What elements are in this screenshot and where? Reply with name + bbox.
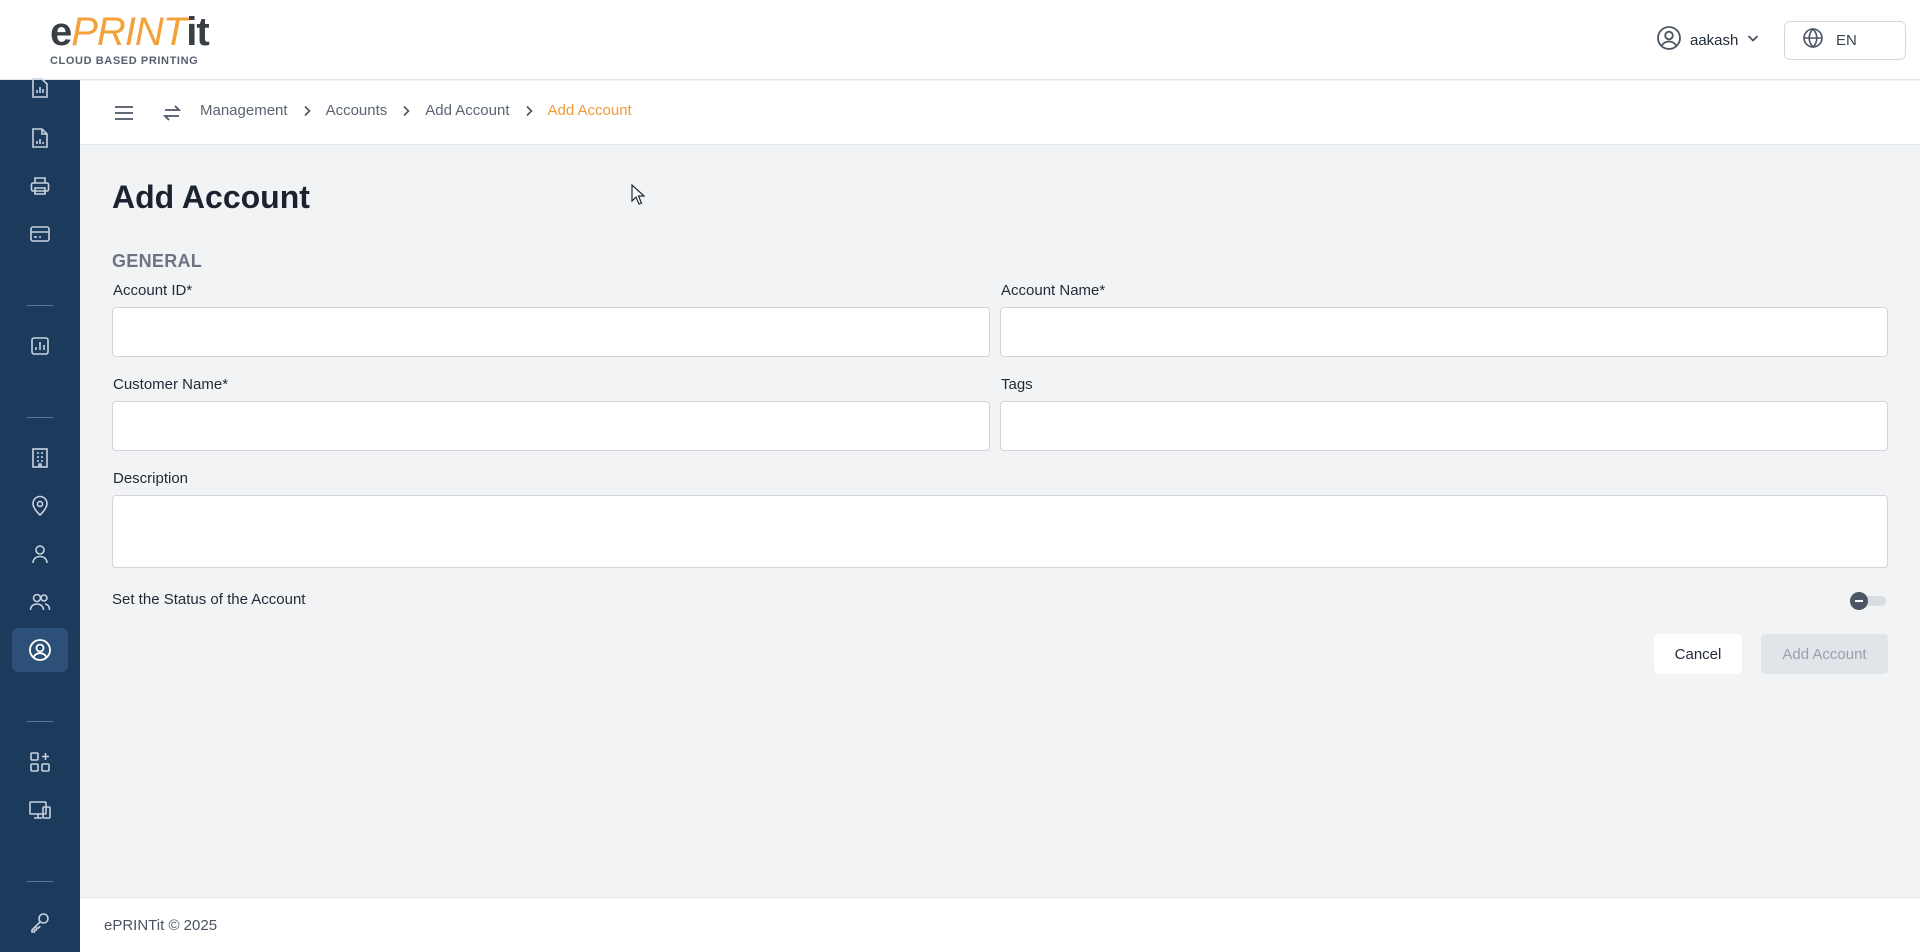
account-icon[interactable] [26, 636, 54, 664]
logo-tagline: CLOUD BASED PRINTING [50, 55, 199, 67]
user-icon[interactable] [26, 540, 54, 568]
user-menu[interactable]: aakash [1656, 25, 1760, 56]
sidebar-divider [27, 305, 53, 306]
chevron-right-icon [524, 105, 534, 117]
report-icon[interactable] [26, 74, 54, 102]
menu-toggle-icon[interactable] [112, 101, 136, 125]
sidebar-divider [27, 881, 53, 882]
chevron-right-icon [302, 105, 312, 117]
card-icon[interactable] [26, 220, 54, 248]
copyright-text: ePRINTit © 2025 [104, 917, 218, 934]
language-code: EN [1836, 32, 1857, 49]
customer-name-field[interactable] [112, 401, 990, 451]
logo-wordmark: ePRINTit [50, 10, 210, 54]
toggle-knob [1850, 592, 1868, 610]
breadcrumb-current: Add Account [547, 102, 632, 119]
globe-icon [1802, 27, 1824, 54]
account-id-field[interactable] [112, 307, 990, 357]
customer-name-label: Customer Name* [113, 376, 229, 393]
user-name: aakash [1690, 31, 1739, 49]
page-title: Add Account [112, 179, 310, 215]
breadcrumb: Management Accounts Add Account Add Acco… [200, 102, 632, 119]
document-chart-icon[interactable] [26, 124, 54, 152]
devices-icon[interactable] [26, 796, 54, 824]
eprintit-logo[interactable]: ePRINTit CLOUD BASED PRINTING [50, 12, 210, 68]
sidebar [0, 78, 80, 952]
tags-field[interactable] [1000, 401, 1888, 451]
cancel-button[interactable]: Cancel [1654, 634, 1742, 674]
status-label: Set the Status of the Account [112, 591, 306, 608]
breadcrumb-add-account[interactable]: Add Account [425, 102, 509, 119]
description-label: Description [113, 470, 189, 487]
user-circle-icon [1656, 25, 1682, 56]
description-field[interactable] [112, 495, 1888, 568]
chevron-down-icon [1746, 31, 1760, 50]
printer-icon[interactable] [26, 172, 54, 200]
apps-icon[interactable] [26, 748, 54, 776]
language-selector[interactable]: EN [1784, 21, 1906, 60]
sidebar-divider [27, 417, 53, 418]
breadcrumb-bar: Management Accounts Add Account Add Acco… [80, 81, 1920, 145]
analytics-icon[interactable] [26, 332, 54, 360]
sidebar-divider [27, 721, 53, 722]
footer: ePRINTit © 2025 [80, 897, 1920, 952]
users-icon[interactable] [26, 588, 54, 616]
breadcrumb-management[interactable]: Management [200, 102, 288, 119]
building-icon[interactable] [26, 444, 54, 472]
mouse-cursor-icon [631, 183, 646, 211]
account-name-field[interactable] [1000, 307, 1888, 357]
chevron-right-icon [401, 105, 411, 117]
status-toggle[interactable] [1850, 592, 1886, 610]
tags-label: Tags [1001, 376, 1033, 393]
top-header: ePRINTit CLOUD BASED PRINTING aakash EN [0, 0, 1920, 80]
breadcrumb-accounts[interactable]: Accounts [326, 102, 388, 119]
account-id-label: Account ID* [113, 282, 193, 299]
location-icon[interactable] [26, 492, 54, 520]
switch-arrows-icon[interactable] [160, 101, 184, 125]
add-account-button[interactable]: Add Account [1761, 634, 1888, 674]
key-icon[interactable] [26, 908, 54, 936]
section-title: GENERAL [112, 251, 203, 271]
account-name-label: Account Name* [1001, 282, 1106, 299]
